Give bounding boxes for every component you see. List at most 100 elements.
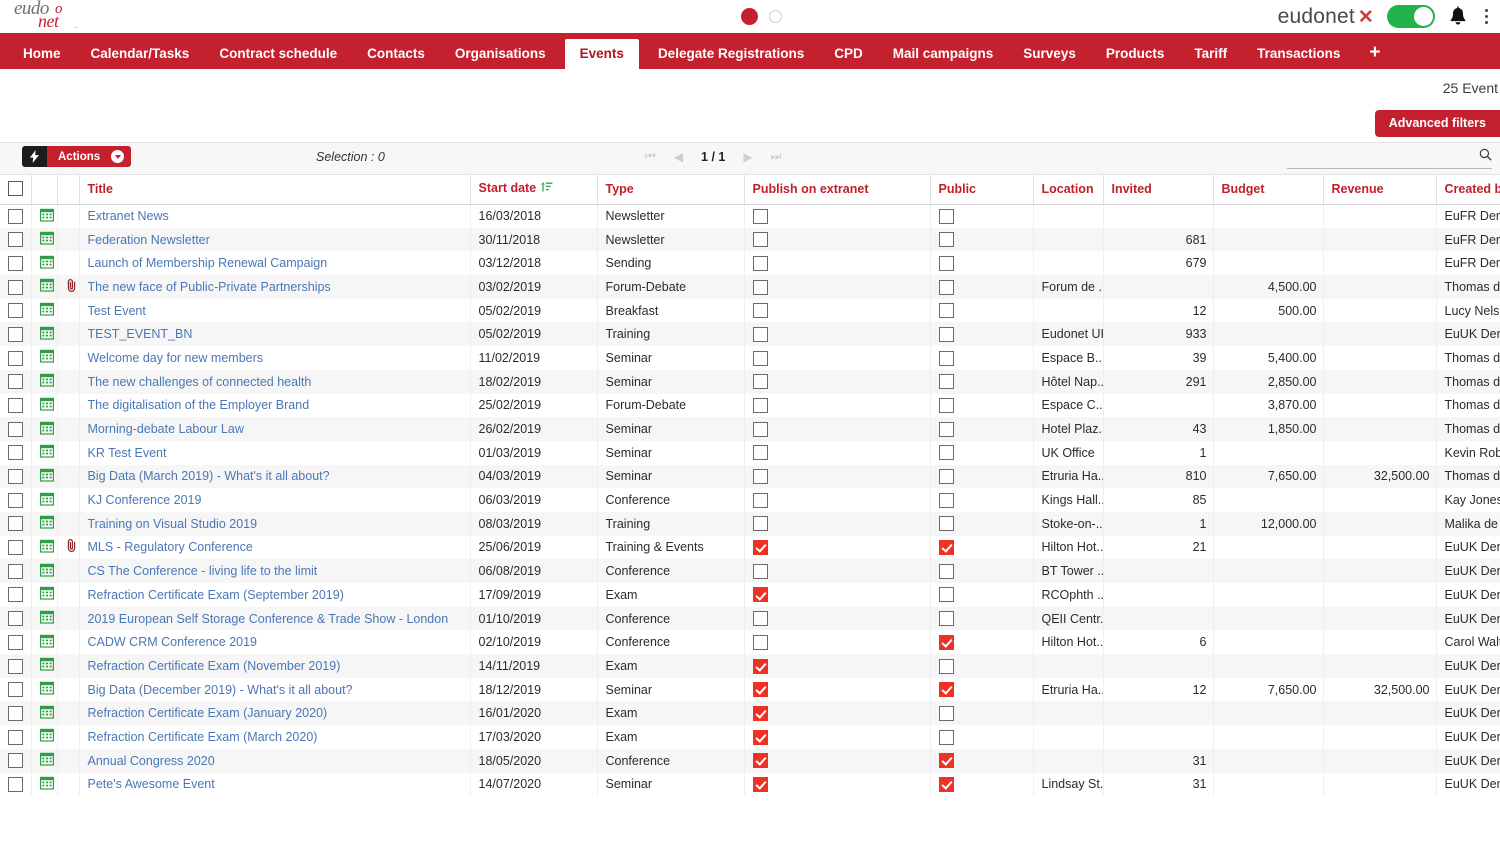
mode-toggle-switch[interactable] [1387, 5, 1435, 28]
row-select-checkbox[interactable] [8, 232, 23, 248]
table-row[interactable]: 2019 European Self Storage Conference & … [0, 606, 1500, 631]
row-select-checkbox[interactable] [8, 469, 23, 484]
row-select-checkbox[interactable] [8, 326, 23, 342]
event-title-link[interactable]: Refraction Certificate Exam (January 202… [88, 706, 328, 720]
table-row[interactable]: Annual Congress 2020 18/05/2020 Conference… [0, 748, 1500, 773]
public-checkbox[interactable] [938, 445, 954, 461]
publish-on-extranet-checkbox[interactable] [752, 563, 768, 579]
prev-page-button[interactable]: ◀ [674, 150, 683, 164]
calendar-icon[interactable] [39, 681, 54, 698]
row-select-checkbox[interactable] [8, 563, 23, 579]
event-title-link[interactable]: Extranet News [88, 209, 169, 223]
empty-circle-icon[interactable] [769, 10, 782, 23]
table-row[interactable]: Pete's Awesome Event 14/07/2020 Seminar Lin… [0, 772, 1500, 797]
publish-on-extranet-checkbox[interactable] [752, 350, 768, 366]
table-row[interactable]: Refraction Certificate Exam (March 2020)… [0, 725, 1500, 749]
publish-on-extranet-checkbox[interactable] [752, 634, 768, 650]
row-select-checkbox[interactable] [8, 682, 23, 698]
filled-red-dot-icon[interactable] [741, 8, 758, 25]
event-title-link[interactable]: Big Data (March 2019) - What's it all ab… [88, 469, 330, 483]
row-select-checkbox[interactable] [8, 658, 23, 674]
row-select-checkbox[interactable] [8, 611, 23, 627]
event-title-link[interactable]: Refraction Certificate Exam (November 20… [88, 659, 341, 673]
event-title-link[interactable]: Morning-debate Labour Law [88, 422, 244, 436]
public-checkbox[interactable] [938, 255, 954, 271]
table-row[interactable]: Refraction Certificate Exam (January 202… [0, 701, 1500, 726]
calendar-icon[interactable] [39, 492, 54, 509]
table-row[interactable]: Morning-debate Labour Law 26/02/2019 Semin… [0, 417, 1500, 441]
publish-on-extranet-checkbox[interactable] [752, 611, 768, 627]
bell-icon[interactable] [1448, 5, 1468, 28]
table-row[interactable]: Test Event 05/02/2019 Breakfast 12 500.00 Luc… [0, 298, 1500, 323]
nav-item-contract-schedule[interactable]: Contract schedule [204, 39, 352, 69]
event-title-link[interactable]: The new challenges of connected health [88, 375, 312, 389]
row-select-checkbox[interactable] [8, 279, 23, 295]
row-select-checkbox[interactable] [8, 753, 23, 769]
table-row[interactable]: Launch of Membership Renewal Campaign 03/… [0, 251, 1500, 276]
public-checkbox[interactable] [938, 469, 954, 484]
public-checkbox[interactable] [938, 729, 954, 745]
public-checkbox[interactable] [938, 232, 954, 248]
publish-on-extranet-checkbox[interactable] [752, 397, 768, 413]
table-row[interactable]: Big Data (December 2019) - What's it all… [0, 677, 1500, 702]
public-checkbox[interactable] [938, 303, 954, 319]
column-header-start-date[interactable]: Start date [470, 175, 598, 205]
advanced-filters-button[interactable]: Advanced filters [1374, 110, 1500, 137]
table-row[interactable]: Training on Visual Studio 2019 08/03/2019… [0, 511, 1500, 536]
add-tab-button[interactable]: + [1355, 39, 1394, 69]
row-select-checkbox[interactable] [8, 540, 23, 556]
nav-item-surveys[interactable]: Surveys [1008, 39, 1091, 69]
table-row[interactable]: Federation Newsletter 30/11/2018 Newslette… [0, 227, 1500, 252]
first-page-button[interactable]: ⏮ [645, 149, 656, 164]
event-title-link[interactable]: Big Data (December 2019) - What's it all… [88, 683, 353, 697]
calendar-icon[interactable] [39, 563, 54, 580]
publish-on-extranet-checkbox[interactable] [752, 587, 768, 603]
table-row[interactable]: Welcome day for new members 11/02/2019 Sem… [0, 346, 1500, 370]
public-checkbox[interactable] [938, 421, 954, 437]
calendar-icon[interactable] [39, 468, 54, 485]
public-checkbox[interactable] [938, 705, 954, 721]
chevron-down-icon[interactable] [111, 146, 132, 167]
calendar-icon[interactable] [39, 231, 54, 248]
search-input[interactable] [1287, 149, 1479, 165]
attachment-paperclip-icon[interactable] [66, 538, 78, 556]
table-row[interactable]: The new face of Public-Private Partnersh… [0, 275, 1500, 299]
nav-item-delegate-registrations[interactable]: Delegate Registrations [643, 39, 819, 69]
search-icon[interactable] [1479, 148, 1492, 166]
row-select-checkbox[interactable] [8, 303, 23, 319]
nav-item-events[interactable]: Events [564, 39, 639, 69]
event-title-link[interactable]: KJ Conference 2019 [88, 493, 202, 507]
calendar-icon[interactable] [39, 586, 54, 603]
public-checkbox[interactable] [938, 397, 954, 413]
publish-on-extranet-checkbox[interactable] [752, 469, 768, 484]
calendar-icon[interactable] [39, 397, 54, 414]
next-page-button[interactable]: ▶ [743, 150, 752, 164]
publish-on-extranet-checkbox[interactable] [752, 729, 768, 745]
event-title-link[interactable]: The digitalisation of the Employer Brand [88, 398, 310, 412]
nav-item-contacts[interactable]: Contacts [352, 39, 440, 69]
publish-on-extranet-checkbox[interactable] [752, 279, 768, 295]
event-title-link[interactable]: Launch of Membership Renewal Campaign [88, 256, 328, 270]
row-select-checkbox[interactable] [8, 516, 23, 532]
column-header-revenue[interactable]: Revenue [1323, 175, 1437, 205]
calendar-icon[interactable] [39, 515, 54, 532]
row-select-checkbox[interactable] [8, 492, 23, 508]
sort-ascending-icon[interactable] [540, 181, 553, 196]
nav-item-cpd[interactable]: CPD [819, 39, 878, 69]
public-checkbox[interactable] [938, 326, 954, 342]
public-checkbox[interactable] [938, 492, 954, 508]
table-row[interactable]: The new challenges of connected health 18… [0, 369, 1500, 394]
table-row[interactable]: CS The Conference - living life to the l… [0, 559, 1500, 583]
nav-item-organisations[interactable]: Organisations [440, 39, 561, 69]
event-title-link[interactable]: KR Test Event [88, 446, 167, 460]
calendar-icon[interactable] [39, 302, 54, 319]
public-checkbox[interactable] [938, 682, 954, 698]
event-title-link[interactable]: Refraction Certificate Exam (September 2… [88, 588, 344, 602]
calendar-icon[interactable] [39, 705, 54, 722]
public-checkbox[interactable] [938, 634, 954, 650]
event-title-link[interactable]: Refraction Certificate Exam (March 2020) [88, 730, 318, 744]
calendar-icon[interactable] [39, 349, 54, 366]
actions-button[interactable]: Actions [22, 146, 132, 167]
event-title-link[interactable]: Pete's Awesome Event [88, 777, 215, 791]
row-select-checkbox[interactable] [8, 445, 23, 461]
